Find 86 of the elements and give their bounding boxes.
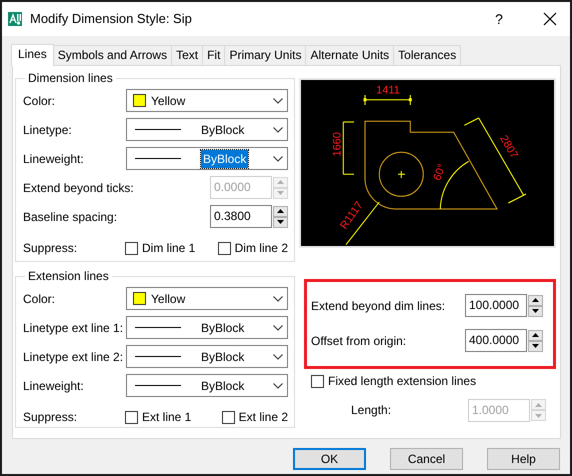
chevron-icon (273, 126, 283, 132)
dimension-text: 1660 (332, 132, 344, 157)
tab[interactable]: Tolerances (393, 45, 462, 65)
window-title: Modify Dimension Style: Sip (30, 10, 193, 28)
field-label: Extend beyond dim lines: (311, 298, 446, 314)
number-field[interactable]: 100.0000 (465, 294, 527, 317)
tab[interactable]: Lines (11, 44, 54, 66)
dialog-button[interactable]: Cancel (390, 448, 463, 470)
checkbox-label[interactable]: Ext line 1 (142, 408, 192, 426)
dropdown[interactable]: ByBlock (126, 345, 288, 368)
group-title: Dimension lines (27, 72, 114, 84)
dimension-text: 60° (431, 162, 448, 182)
dropdown[interactable]: ByBlock (126, 118, 288, 141)
dropdown-value: Yellow (151, 92, 186, 110)
spin-down-button[interactable] (528, 340, 543, 352)
field-label: Linetype ext line 1: (23, 320, 124, 336)
dropdown-value: Yellow (151, 290, 186, 308)
field-label: Color: (23, 92, 56, 110)
checkbox-label[interactable]: Ext line 2 (238, 408, 288, 426)
dialog-button[interactable]: OK (293, 448, 366, 470)
field-label: Linetype ext line 2: (23, 348, 124, 366)
field-label: Offset from origin: (311, 332, 408, 350)
chevron-icon (273, 354, 283, 360)
dropdown-value: ByBlock (201, 348, 246, 366)
checkbox-label[interactable]: Fixed length extension lines (328, 372, 476, 390)
down-arrow-icon (532, 309, 539, 313)
app-icon (8, 12, 22, 26)
up-arrow-icon (277, 180, 284, 184)
spin-down-button[interactable] (273, 216, 288, 228)
chevron-icon (273, 382, 283, 388)
dimension-line (342, 122, 354, 175)
field-label: Length: (351, 402, 392, 419)
spin-down-button[interactable] (528, 306, 543, 316)
checkbox[interactable] (218, 242, 231, 254)
down-arrow-icon (277, 220, 284, 224)
help-button[interactable]: ? (476, 8, 522, 30)
checkbox[interactable] (311, 374, 324, 388)
field-label: Lineweight: (23, 378, 85, 394)
down-arrow-icon (277, 191, 284, 195)
spin-up-button[interactable] (528, 294, 543, 306)
checkbox-label[interactable]: Dim line 1 (142, 239, 196, 257)
dropdown[interactable]: ByBlock (126, 316, 288, 339)
up-arrow-icon (532, 333, 539, 337)
checkbox[interactable] (125, 242, 138, 254)
dialog-button[interactable]: Help (487, 448, 560, 470)
field-label: Color: (23, 290, 56, 308)
field-label: Lineweight: (23, 150, 85, 168)
line-sample (135, 385, 181, 386)
line-sample (135, 327, 181, 328)
checkbox[interactable] (125, 410, 138, 424)
checkbox[interactable] (222, 410, 235, 424)
line-sample (135, 129, 181, 130)
hole-circle (378, 152, 424, 197)
spin-up-button[interactable] (528, 330, 543, 340)
group-title: Extension lines (27, 270, 110, 282)
line-sample (135, 356, 181, 357)
dropdown[interactable]: Yellow (126, 287, 288, 310)
checkbox-label[interactable]: Dim line 2 (234, 239, 288, 257)
up-arrow-icon (277, 209, 284, 213)
field-label: Suppress: (23, 240, 78, 257)
chevron-icon (273, 296, 283, 302)
down-arrow-icon (532, 344, 539, 348)
number-field[interactable]: 400.0000 (465, 329, 527, 352)
chevron-icon (273, 98, 283, 104)
chevron-icon (272, 156, 283, 162)
dropdown[interactable]: Yellow (126, 89, 288, 112)
dimension-line (364, 94, 412, 106)
chevron-icon (273, 324, 283, 330)
dropdown-value: ByBlock (201, 320, 246, 336)
up-arrow-icon (535, 402, 542, 406)
field-label: Linetype: (23, 122, 73, 138)
dropdown[interactable]: ByBlock (126, 147, 288, 170)
dimension-text: 1411 (376, 84, 400, 96)
dropdown-value: ByBlock (201, 122, 246, 138)
number-field[interactable]: 0.3800 (210, 205, 272, 228)
dropdown[interactable]: ByBlock (126, 374, 288, 397)
dropdown-value: ByBlock (201, 150, 248, 168)
spin-up-button[interactable] (273, 206, 288, 216)
field-label: Suppress: (23, 409, 78, 426)
field-label: Extend beyond ticks: (23, 180, 134, 196)
down-arrow-icon (535, 414, 542, 418)
line-sample (135, 158, 181, 159)
dropdown-value: ByBlock (201, 378, 246, 394)
up-arrow-icon (532, 298, 539, 302)
field-label: Baseline spacing: (23, 208, 118, 226)
center-mark (398, 170, 406, 178)
